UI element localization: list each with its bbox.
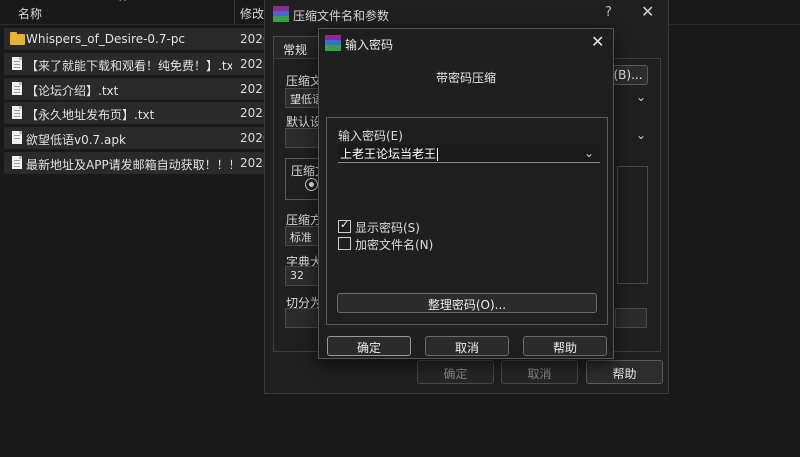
cancel-button[interactable]: 取消 [501,360,578,384]
file-name: 【永久地址发布页】.txt [26,108,155,123]
column-separator[interactable] [234,0,235,25]
show-password-checkbox[interactable] [338,218,351,233]
password-value: 上老王论坛当老王 [340,147,437,161]
options-group [617,166,648,284]
help-icon[interactable]: ? [605,5,612,20]
file-row[interactable]: 欲望低语v0.7.apk 2026 [4,127,271,150]
column-name-header[interactable]: 名称 [18,5,42,22]
profiles-button[interactable] [285,128,319,148]
ok-button[interactable]: 确定 [417,360,494,384]
sort-up-icon: ^ [118,0,128,9]
close-icon[interactable]: ✕ [591,32,604,51]
folder-icon [10,32,25,45]
enter-password-label: 输入密码(E) [338,129,403,143]
chevron-down-icon[interactable]: ⌄ [636,90,646,104]
encrypt-filenames-checkbox[interactable] [338,237,351,250]
cancel-button[interactable]: 取消 [425,336,509,356]
file-name: 欲望低语v0.7.apk [26,133,126,148]
password-dialog: 输入密码 ✕ 带密码压缩 输入密码(E) 上老王论坛当老王 ⌄ 显示密码(S) … [318,28,614,359]
dialog-title: 输入密码 [345,38,394,52]
dialog-title: 压缩文件名和参数 [293,9,390,23]
show-password-label[interactable]: 显示密码(S) [355,219,420,236]
file-name: 【论坛介绍】.txt [26,83,119,98]
file-name: 【来了就能下载和观看！纯免费！】.txt [26,58,232,73]
help-button[interactable]: 帮助 [523,336,607,356]
winrar-icon [325,35,341,51]
dialog-subtitle: 带密码压缩 [435,71,496,85]
close-icon[interactable]: ✕ [641,2,654,21]
file-name: Whispers_of_Desire-0.7-pc [26,32,186,46]
column-modified-header[interactable]: 修改 [240,5,264,22]
tab-general[interactable]: 常规 [273,36,319,59]
archive-name-label: 压缩文 [286,74,323,88]
dialog-titlebar[interactable]: 压缩文件名和参数 ? ✕ [265,0,668,28]
file-row[interactable]: 【永久地址发布页】.txt 2025 [4,102,271,125]
text-file-icon [10,81,22,95]
file-name: 最新地址及APP请发邮箱自动获取！！！.... [26,157,232,172]
text-caret [437,148,439,161]
apk-file-icon [10,131,22,145]
chevron-down-icon[interactable]: ⌄ [636,128,646,142]
ok-button[interactable]: 确定 [327,336,411,356]
file-row[interactable]: Whispers_of_Desire-0.7-pc 2026 [4,28,271,50]
password-button-area[interactable] [615,308,647,328]
text-file-icon [10,155,22,169]
help-button[interactable]: 帮助 [586,360,663,384]
file-row[interactable]: 最新地址及APP请发邮箱自动获取！！！.... 2025 [4,151,271,174]
organize-passwords-button[interactable]: 整理密码(O)... [337,293,597,313]
encrypt-filenames-label[interactable]: 加密文件名(N) [355,236,433,253]
text-file-icon [10,106,22,120]
browse-button[interactable]: (B)... [608,65,648,85]
chevron-down-icon[interactable]: ⌄ [584,146,594,160]
file-list: Whispers_of_Desire-0.7-pc 2026 【来了就能下载和观… [4,28,271,177]
file-row[interactable]: 【来了就能下载和观看！纯免费！】.txt 2025 [4,52,271,75]
password-input[interactable]: 上老王论坛当老王 [338,144,600,163]
winrar-icon [273,6,289,22]
format-radio[interactable] [305,178,318,191]
text-file-icon [10,56,22,70]
file-row[interactable]: 【论坛介绍】.txt 2025 [4,77,271,100]
